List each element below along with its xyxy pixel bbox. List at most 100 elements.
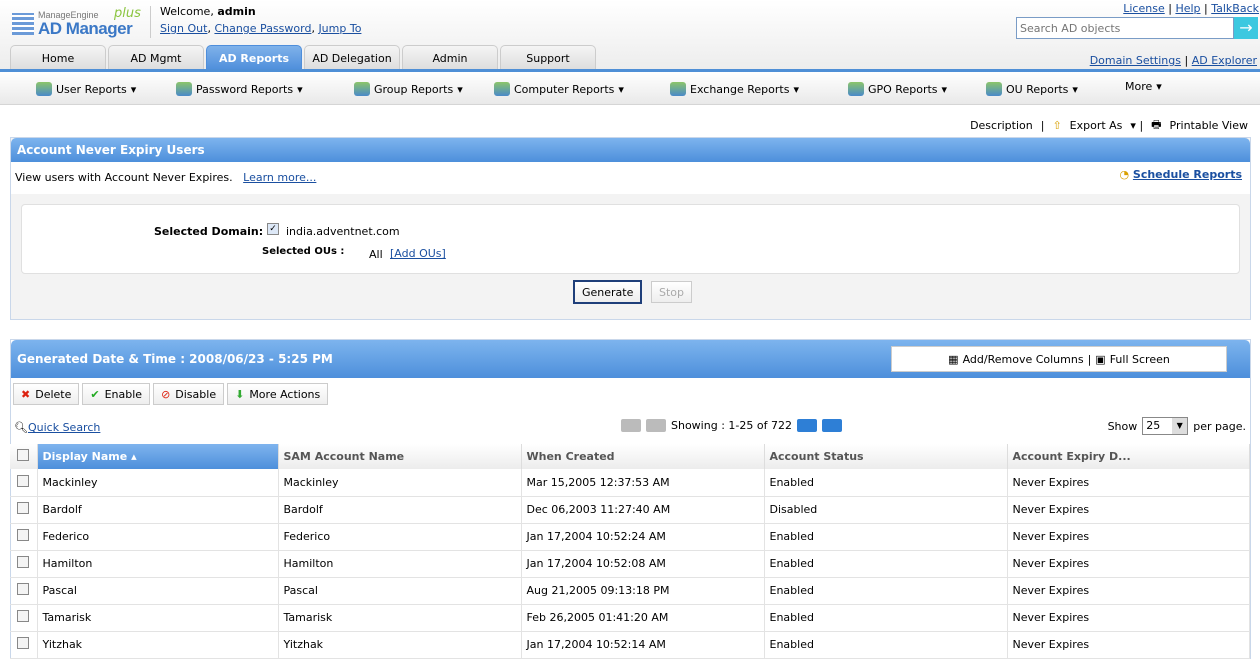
cell: Enabled — [764, 631, 1007, 658]
cell: Bardolf — [278, 496, 521, 523]
username: admin — [217, 5, 255, 18]
per-page-select[interactable]: 25▼ — [1142, 417, 1188, 435]
per-page-label: per page. — [1193, 420, 1246, 433]
menu-password-reports[interactable]: Password Reports▾ — [176, 82, 303, 96]
table-row[interactable]: TamariskTamariskFeb 26,2005 01:41:20 AME… — [10, 604, 1250, 631]
export-as-menu[interactable]: Export As — [1070, 119, 1123, 132]
cell: Never Expires — [1007, 631, 1250, 658]
divider — [150, 6, 151, 38]
reports-menu: User Reports▾ Password Reports▾ Group Re… — [0, 72, 1260, 105]
description-link[interactable]: Description — [970, 119, 1033, 132]
cell: Yitzhak — [278, 631, 521, 658]
license-link[interactable]: License — [1123, 2, 1164, 15]
domain-settings-link[interactable]: Domain Settings — [1090, 54, 1181, 67]
cell: Federico — [37, 523, 278, 550]
cell: Enabled — [764, 604, 1007, 631]
add-remove-columns-link[interactable]: Add/Remove Columns — [963, 353, 1084, 366]
sign-out-link[interactable]: Sign Out — [160, 22, 207, 35]
cell: Jan 17,2004 10:52:24 AM — [521, 523, 764, 550]
search-go-button[interactable]: → — [1234, 17, 1258, 39]
menu-user-reports[interactable]: User Reports▾ — [36, 82, 136, 96]
row-checkbox[interactable] — [17, 529, 29, 541]
menu-ou-reports[interactable]: OU Reports▾ — [986, 82, 1078, 96]
col-sam-account-name[interactable]: SAM Account Name — [278, 444, 521, 469]
learn-more-link[interactable]: Learn more... — [243, 171, 316, 184]
col-account-status[interactable]: Account Status — [764, 444, 1007, 469]
tab-admin[interactable]: Admin — [402, 45, 498, 70]
password-icon — [176, 82, 192, 96]
down-arrow-icon: ⬇ — [235, 388, 244, 401]
stop-button[interactable]: Stop — [651, 281, 692, 303]
cell: Bardolf — [37, 496, 278, 523]
delete-button[interactable]: ✖Delete — [13, 383, 79, 405]
export-icon: ⇧ — [1052, 119, 1061, 132]
enable-button[interactable]: ✔Enable — [82, 383, 150, 405]
tab-ad-reports[interactable]: AD Reports — [206, 45, 302, 70]
table-row[interactable]: MackinleyMackinleyMar 15,2005 12:37:53 A… — [10, 469, 1250, 496]
col-when-created[interactable]: When Created — [521, 444, 764, 469]
menu-computer-reports[interactable]: Computer Reports▾ — [494, 82, 624, 96]
help-link[interactable]: Help — [1175, 2, 1200, 15]
disable-button[interactable]: ⊘Disable — [153, 383, 224, 405]
tab-home[interactable]: Home — [10, 45, 106, 70]
prev-page-button[interactable] — [646, 419, 666, 432]
row-checkbox[interactable] — [17, 556, 29, 568]
domain-value: india.adventnet.com — [286, 225, 400, 238]
search-input[interactable] — [1016, 17, 1234, 39]
tab-support[interactable]: Support — [500, 45, 596, 70]
next-page-button[interactable] — [797, 419, 817, 432]
schedule-reports-link[interactable]: Schedule Reports — [1133, 168, 1242, 181]
last-page-button[interactable] — [822, 419, 842, 432]
cell: Enabled — [764, 469, 1007, 496]
more-actions-button[interactable]: ⬇More Actions — [227, 383, 328, 405]
talkback-link[interactable]: TalkBack — [1211, 2, 1259, 15]
select-all-checkbox[interactable] — [17, 449, 29, 461]
add-ous-link[interactable]: [Add OUs] — [390, 247, 446, 260]
menu-gpo-reports[interactable]: GPO Reports▾ — [848, 82, 947, 96]
col-display-name[interactable]: Display Name ▴ — [37, 444, 278, 469]
table-row[interactable]: PascalPascalAug 21,2005 09:13:18 PMEnabl… — [10, 577, 1250, 604]
cell: Jan 17,2004 10:52:14 AM — [521, 631, 764, 658]
tab-ad-mgmt[interactable]: AD Mgmt — [108, 45, 204, 70]
cell: Tamarisk — [278, 604, 521, 631]
menu-exchange-reports[interactable]: Exchange Reports▾ — [670, 82, 799, 96]
full-screen-link[interactable]: Full Screen — [1110, 353, 1170, 366]
cell: Disabled — [764, 496, 1007, 523]
cell: Never Expires — [1007, 604, 1250, 631]
results-table: Display Name ▴ SAM Account Name When Cre… — [10, 444, 1250, 659]
printer-icon: 🖶 — [1151, 116, 1161, 135]
cell: Enabled — [764, 523, 1007, 550]
printable-view-link[interactable]: Printable View — [1170, 119, 1248, 132]
domain-checkbox[interactable]: ✓ — [267, 223, 279, 235]
ad-explorer-link[interactable]: AD Explorer — [1192, 54, 1257, 67]
welcome-text: Welcome, — [160, 5, 214, 18]
schedule-icon: ◔ — [1119, 168, 1129, 181]
change-password-link[interactable]: Change Password — [214, 22, 311, 35]
cell: Never Expires — [1007, 469, 1250, 496]
col-account-expiry[interactable]: Account Expiry D... — [1007, 444, 1250, 469]
quick-search-link[interactable]: Quick Search — [28, 421, 100, 434]
table-row[interactable]: HamiltonHamiltonJan 17,2004 10:52:08 AME… — [10, 550, 1250, 577]
row-checkbox[interactable] — [17, 502, 29, 514]
table-row[interactable]: YitzhakYitzhakJan 17,2004 10:52:14 AMEna… — [10, 631, 1250, 658]
generate-button[interactable]: Generate — [573, 280, 642, 304]
cell: Jan 17,2004 10:52:08 AM — [521, 550, 764, 577]
folder-icon — [986, 82, 1002, 96]
menu-more[interactable]: More▾ — [1125, 80, 1162, 93]
cell: Never Expires — [1007, 577, 1250, 604]
table-row[interactable]: FedericoFedericoJan 17,2004 10:52:24 AME… — [10, 523, 1250, 550]
row-checkbox[interactable] — [17, 610, 29, 622]
row-checkbox[interactable] — [17, 475, 29, 487]
jump-to-link[interactable]: Jump To — [318, 22, 361, 35]
menu-group-reports[interactable]: Group Reports▾ — [354, 82, 463, 96]
domain-label: Selected Domain: — [154, 225, 263, 238]
table-row[interactable]: BardolfBardolfDec 06,2003 11:27:40 AMDis… — [10, 496, 1250, 523]
exchange-icon — [670, 82, 686, 96]
cell: Yitzhak — [37, 631, 278, 658]
cell: Never Expires — [1007, 496, 1250, 523]
first-page-button[interactable] — [621, 419, 641, 432]
tab-ad-delegation[interactable]: AD Delegation — [304, 45, 400, 70]
cell: Hamilton — [37, 550, 278, 577]
row-checkbox[interactable] — [17, 637, 29, 649]
row-checkbox[interactable] — [17, 583, 29, 595]
